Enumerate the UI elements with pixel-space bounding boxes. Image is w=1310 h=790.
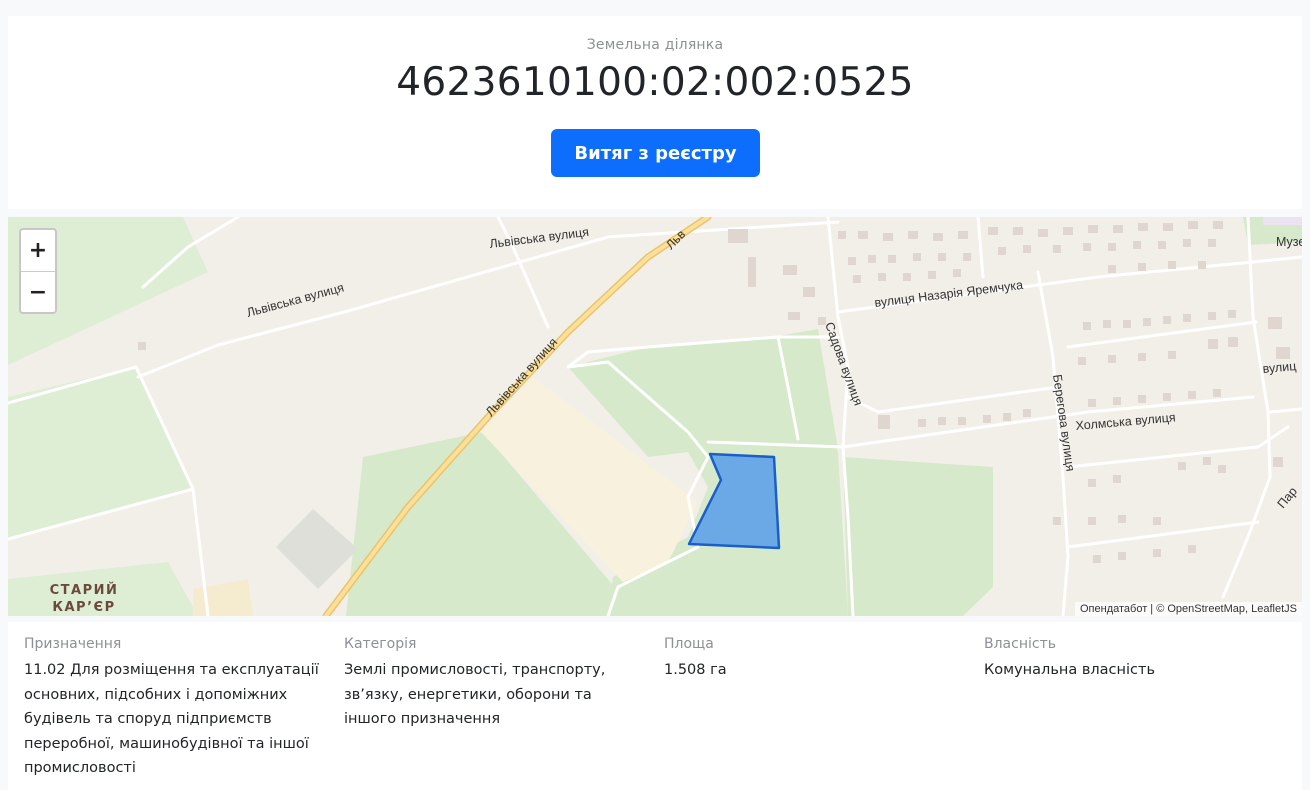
area-label: Площа [664,636,714,652]
registry-extract-button[interactable]: Витяг з реєстру [551,129,760,177]
map-canvas[interactable]: Львівська вулиця Львівська вулиця Львівс… [8,217,1302,616]
category-value: Землі промисловості, транспорту, зв’язку… [344,662,606,727]
zoom-out-button[interactable]: − [21,272,55,313]
category-column: Категорія Землі промисловості, транспорт… [344,636,644,732]
area-value: 1.508 га [664,662,727,678]
purpose-value: 11.02 Для розміщення та експлуатації осн… [24,662,319,776]
category-label: Категорія [344,636,417,652]
parcel-header: Земельна ділянка 4623610100:02:002:0525 … [8,16,1302,209]
area-column: Площа 1.508 га [664,636,964,683]
parcel-map[interactable]: Львівська вулиця Львівська вулиця Львівс… [8,217,1302,616]
purpose-column: Призначення 11.02 Для розміщення та експ… [24,636,324,781]
area-label-karier: КАР’ЄР [52,600,115,615]
area-label-staryi: СТАРИЙ [50,582,119,598]
zoom-in-button[interactable]: + [21,230,55,272]
purpose-label: Призначення [24,636,122,652]
park-area-right [843,457,993,616]
street-label-vulytsia: вулиц [1262,359,1297,376]
ownership-label: Власність [984,636,1056,652]
parcel-details: Призначення 11.02 Для розміщення та експ… [8,622,1302,790]
ownership-value: Комунальна власність [984,662,1155,678]
page-subtitle: Земельна ділянка [586,37,724,53]
zoom-control: + − [19,228,57,314]
map-attribution[interactable]: Опендатабот | © OpenStreetMap, LeafletJS [1074,602,1302,616]
ownership-column: Власність Комунальна власність [984,636,1284,683]
cadastral-number: 4623610100:02:002:0525 [396,60,914,105]
street-label-muz: Музе [1276,235,1302,249]
